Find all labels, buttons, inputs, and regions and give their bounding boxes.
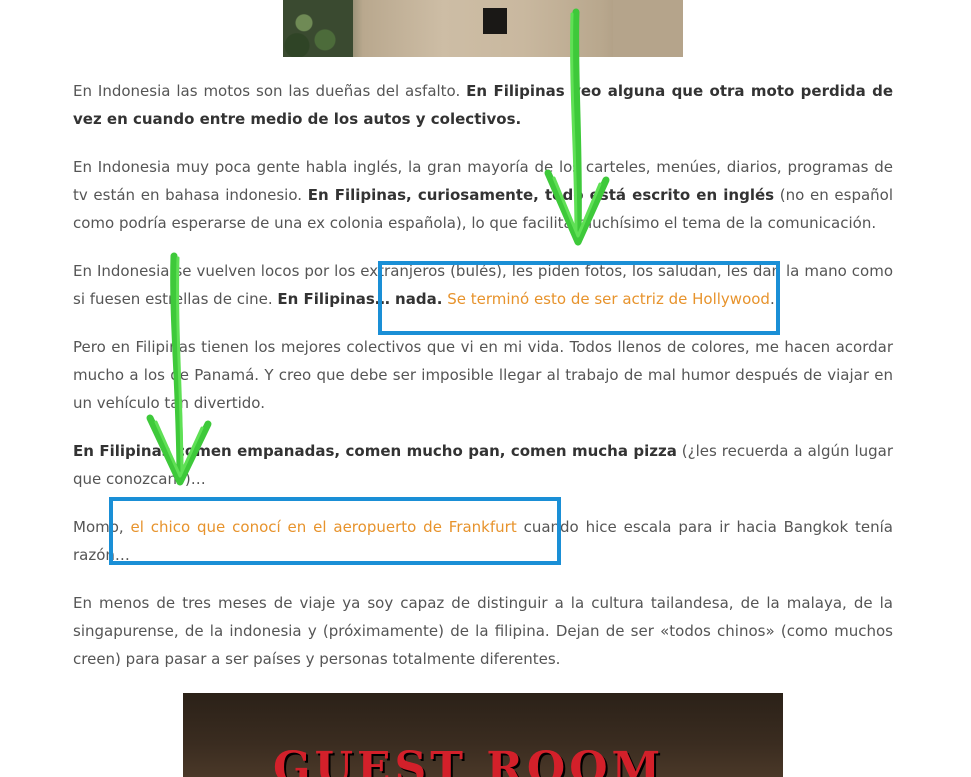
highlight-box-hollywood: [378, 261, 780, 335]
highlight-box-frankfurt: [109, 497, 561, 565]
paragraph-ingles: En Indonesia muy poca gente habla inglés…: [73, 158, 894, 232]
guest-room-sign: GUEST ROOM: [273, 743, 665, 777]
green-arrow-left-icon: [146, 252, 212, 486]
photo-window: [483, 8, 507, 34]
photo-foliage: [283, 0, 353, 57]
paragraph-motos: En Indonesia las motos son las dueñas de…: [73, 82, 893, 128]
bottom-photo: GUEST ROOM: [183, 693, 783, 777]
green-arrow-right-icon: [544, 8, 610, 246]
paragraph-culturas: En menos de tres meses de viaje ya soy c…: [73, 594, 893, 668]
